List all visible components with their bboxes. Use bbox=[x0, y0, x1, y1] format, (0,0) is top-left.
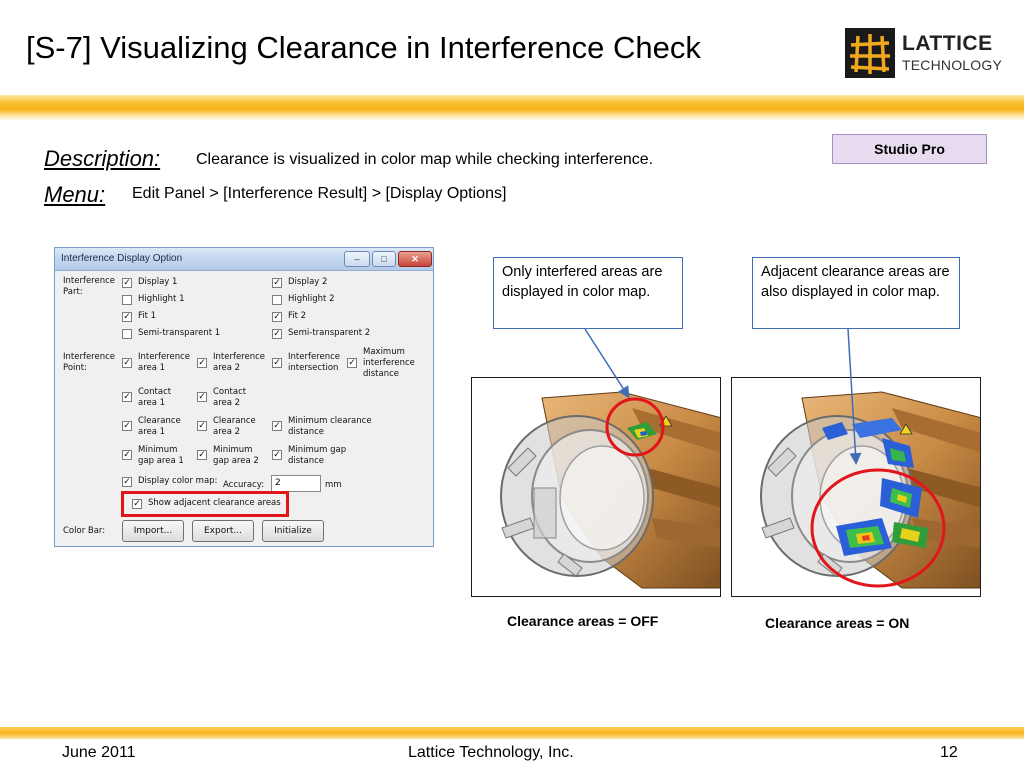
menu-label: Menu: bbox=[44, 182, 106, 207]
highlight2-checkbox[interactable] bbox=[272, 295, 282, 305]
caption-clearance-on: Clearance areas = ON bbox=[765, 615, 910, 631]
menu-path-text: Edit Panel > [Interference Result] > [Di… bbox=[132, 185, 507, 202]
contact-area2-checkbox[interactable]: ✓ bbox=[197, 392, 207, 402]
display2-checkbox[interactable]: ✓ bbox=[272, 278, 282, 288]
display2-label: Display 2 bbox=[288, 277, 328, 287]
description-label: Description: bbox=[44, 146, 161, 171]
semi-transparent2-label: Semi-transparent 2 bbox=[288, 328, 371, 338]
minimum-gap-area1-label: Minimum gap area 1 bbox=[138, 445, 184, 466]
highlight-box bbox=[121, 491, 289, 517]
minimum-gap-distance-checkbox[interactable]: ✓ bbox=[272, 450, 282, 460]
footer-date: June 2011 bbox=[62, 744, 136, 761]
display-color-map-label: Display color map: bbox=[138, 476, 218, 486]
color-bar-label: Color Bar: bbox=[63, 526, 106, 536]
interference-intersection-label: Interference intersection bbox=[288, 352, 341, 373]
callout-interfered-only: Only interfered areas are displayed in c… bbox=[493, 257, 683, 329]
footer-company: Lattice Technology, Inc. bbox=[408, 744, 574, 761]
maximum-interference-distance-label: Maximum interference distance bbox=[363, 347, 415, 379]
highlight1-label: Highlight 1 bbox=[138, 294, 185, 304]
interference-part-label: Interference Part: bbox=[63, 276, 116, 297]
housing-model-image-off bbox=[500, 391, 720, 589]
maximize-button[interactable]: □ bbox=[372, 251, 396, 267]
contact-area2-label: Contact area 2 bbox=[213, 387, 247, 408]
studio-pro-badge: Studio Pro bbox=[832, 134, 987, 164]
display-color-map-checkbox[interactable]: ✓ bbox=[122, 477, 132, 487]
clearance-area1-checkbox[interactable]: ✓ bbox=[122, 421, 132, 431]
interference-point-label: Interference Point: bbox=[63, 352, 116, 373]
maximum-interference-distance-checkbox[interactable]: ✓ bbox=[347, 358, 357, 368]
import-button[interactable]: Import... bbox=[122, 520, 184, 542]
minimum-clearance-distance-label: Minimum clearance distance bbox=[288, 416, 372, 437]
lattice-logo-icon bbox=[845, 28, 895, 78]
minimum-gap-area2-checkbox[interactable]: ✓ bbox=[197, 450, 207, 460]
fit2-checkbox[interactable]: ✓ bbox=[272, 312, 282, 322]
contact-area1-checkbox[interactable]: ✓ bbox=[122, 392, 132, 402]
dialog-titlebar[interactable]: Interference Display Option – □ ✕ bbox=[55, 248, 433, 271]
minimize-button[interactable]: – bbox=[344, 251, 370, 267]
highlight1-checkbox[interactable] bbox=[122, 295, 132, 305]
display1-checkbox[interactable]: ✓ bbox=[122, 278, 132, 288]
caption-clearance-off: Clearance areas = OFF bbox=[507, 613, 659, 629]
contact-area1-label: Contact area 1 bbox=[138, 387, 172, 408]
fit2-label: Fit 2 bbox=[288, 311, 307, 321]
semi-transparent2-checkbox[interactable]: ✓ bbox=[272, 329, 282, 339]
interference-area1-label: Interference area 1 bbox=[138, 352, 191, 373]
export-button[interactable]: Export... bbox=[192, 520, 254, 542]
callout-adjacent-clearance: Adjacent clearance areas are also displa… bbox=[752, 257, 960, 329]
footer-page-number: 12 bbox=[940, 744, 958, 761]
interference-display-option-dialog: Interference Display Option – □ ✕ Interf… bbox=[54, 247, 434, 547]
interference-area2-checkbox[interactable]: ✓ bbox=[197, 358, 207, 368]
minimum-clearance-distance-checkbox[interactable]: ✓ bbox=[272, 421, 282, 431]
accuracy-unit: mm bbox=[325, 480, 342, 490]
fit1-label: Fit 1 bbox=[138, 311, 157, 321]
interference-area1-checkbox[interactable]: ✓ bbox=[122, 358, 132, 368]
clearance-area1-label: Clearance area 1 bbox=[138, 416, 181, 437]
semi-transparent1-label: Semi-transparent 1 bbox=[138, 328, 221, 338]
fit1-checkbox[interactable]: ✓ bbox=[122, 312, 132, 322]
interference-area2-label: Interference area 2 bbox=[213, 352, 266, 373]
dialog-title: Interference Display Option bbox=[61, 253, 183, 264]
logo-text-lattice: LATTICE bbox=[902, 32, 993, 55]
clearance-area2-label: Clearance area 2 bbox=[213, 416, 256, 437]
model-view-clearance-on bbox=[731, 377, 981, 597]
accuracy-input[interactable]: 2 bbox=[271, 475, 321, 492]
minimum-gap-area2-label: Minimum gap area 2 bbox=[213, 445, 259, 466]
logo-text-technology: TECHNOLOGY bbox=[902, 57, 1003, 73]
minimum-gap-distance-label: Minimum gap distance bbox=[288, 445, 347, 466]
minimum-gap-area1-checkbox[interactable]: ✓ bbox=[122, 450, 132, 460]
semi-transparent1-checkbox[interactable] bbox=[122, 329, 132, 339]
model-view-clearance-off bbox=[471, 377, 721, 597]
slide-title: [S-7] Visualizing Clearance in Interfere… bbox=[26, 30, 701, 65]
interference-intersection-checkbox[interactable]: ✓ bbox=[272, 358, 282, 368]
lattice-logo: LATTICE TECHNOLOGY bbox=[845, 28, 1002, 80]
clearance-area2-checkbox[interactable]: ✓ bbox=[197, 421, 207, 431]
description-text: Clearance is visualized in color map whi… bbox=[196, 151, 654, 168]
initialize-button[interactable]: Initialize bbox=[262, 520, 324, 542]
header-accent-band bbox=[0, 95, 1024, 121]
highlight2-label: Highlight 2 bbox=[288, 294, 335, 304]
housing-model-image-on bbox=[760, 391, 980, 589]
accuracy-label: Accuracy: bbox=[223, 480, 265, 490]
display1-label: Display 1 bbox=[138, 277, 178, 287]
close-button[interactable]: ✕ bbox=[398, 251, 432, 267]
footer-accent-band bbox=[0, 727, 1024, 739]
